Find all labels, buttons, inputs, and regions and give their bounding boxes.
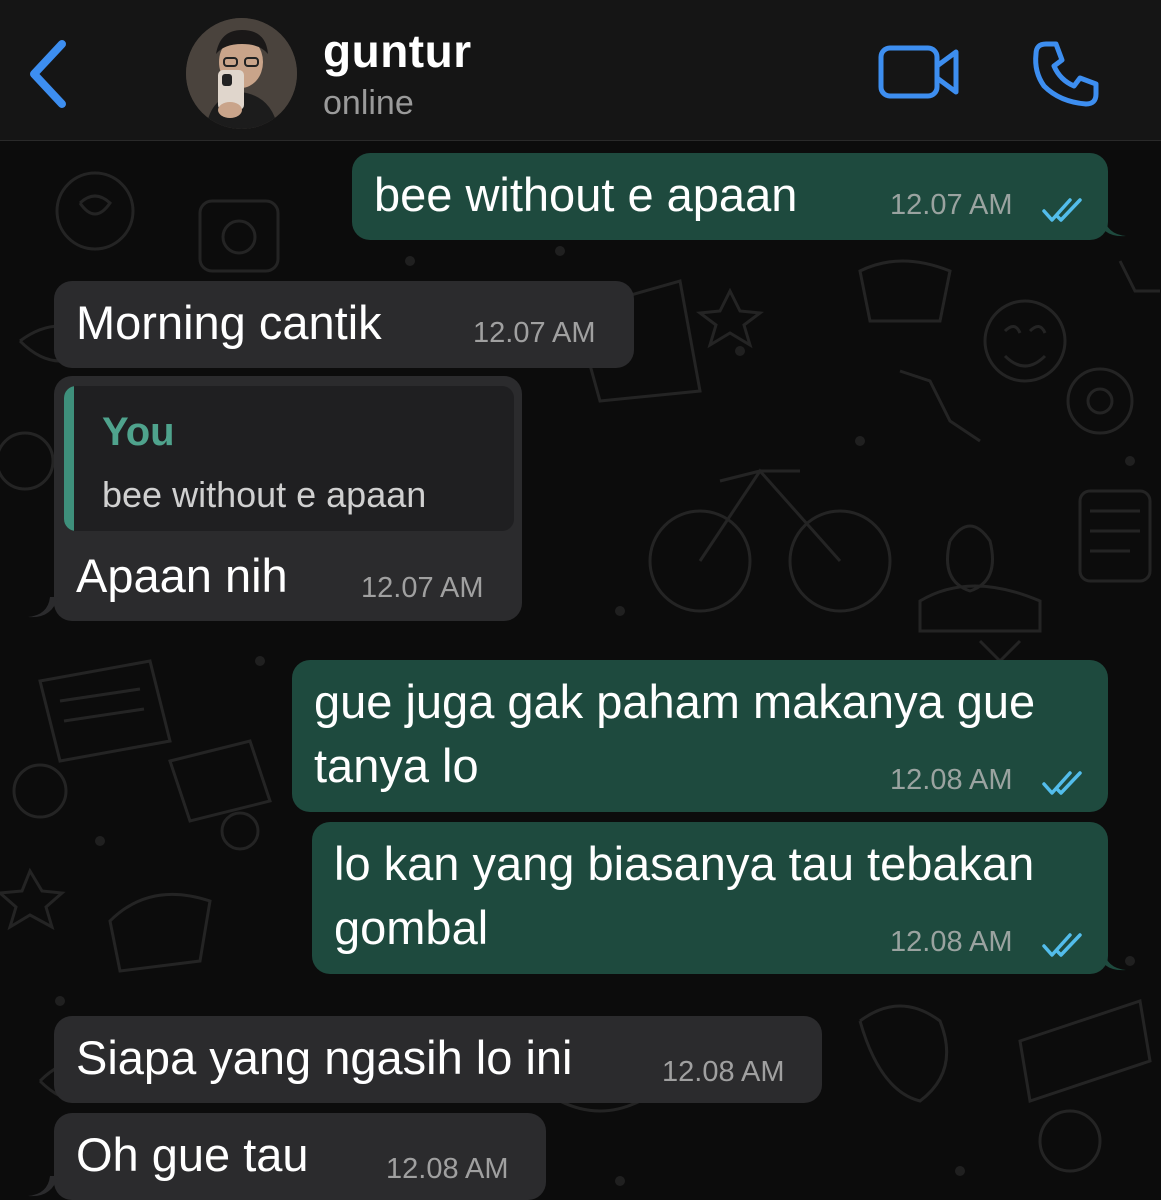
message-list[interactable]: bee without e apaan 12.07 AM Morning can… (0, 141, 1161, 1200)
message-time: 12.07 AM (890, 189, 1013, 221)
message-text-line: tanya lo (314, 739, 479, 792)
outgoing-message[interactable]: bee without e apaan 12.07 AM (352, 153, 1126, 240)
quote-text: bee without e apaan (102, 474, 427, 515)
double-check-icon (1042, 198, 1082, 222)
incoming-message[interactable]: Siapa yang ngasih lo ini 12.08 AM (54, 1016, 822, 1103)
message-text-line: lo kan yang biasanya tau tebakan (334, 837, 1035, 890)
contact-name[interactable]: guntur (323, 24, 472, 78)
double-check-icon (1042, 933, 1082, 957)
double-check-icon (1042, 771, 1082, 795)
quote-author: You (102, 410, 175, 454)
chat-header: guntur online (0, 0, 1161, 141)
back-button[interactable] (22, 36, 78, 112)
outgoing-message[interactable]: lo kan yang biasanya tau tebakan gombal … (312, 822, 1126, 974)
message-text-line: gombal (334, 901, 489, 954)
bubble-tail (28, 1176, 58, 1197)
voice-call-button[interactable] (1030, 38, 1102, 110)
message-time: 12.08 AM (662, 1056, 785, 1088)
video-camera-icon (878, 45, 959, 99)
message-text: Apaan nih (76, 549, 288, 602)
message-time: 12.08 AM (890, 764, 1013, 796)
quoted-message[interactable]: You bee without e apaan (64, 386, 514, 531)
outgoing-message[interactable]: gue juga gak paham makanya gue tanya lo … (292, 660, 1108, 812)
message-time: 12.07 AM (361, 572, 484, 604)
message-time: 12.08 AM (890, 926, 1013, 958)
message-text: Morning cantik (76, 296, 382, 349)
video-call-button[interactable] (876, 40, 962, 104)
bubble-tail (1096, 216, 1126, 237)
avatar[interactable] (186, 18, 297, 129)
incoming-message[interactable]: You bee without e apaan Apaan nih 12.07 … (28, 376, 522, 621)
message-time: 12.08 AM (386, 1153, 509, 1185)
incoming-message[interactable]: Oh gue tau 12.08 AM (28, 1113, 546, 1200)
message-time: 12.07 AM (473, 317, 596, 349)
incoming-message[interactable]: Morning cantik 12.07 AM (54, 281, 634, 368)
phone-icon (1033, 41, 1099, 107)
message-text: Siapa yang ngasih lo ini (76, 1031, 573, 1084)
message-text: Oh gue tau (76, 1128, 309, 1181)
message-text-line: gue juga gak paham makanya gue (314, 675, 1036, 728)
chevron-left-icon (30, 40, 66, 108)
bubble-tail (1096, 950, 1126, 971)
quote-accent-bar (64, 386, 74, 531)
contact-status: online (323, 84, 414, 122)
message-text: bee without e apaan (374, 168, 798, 221)
bubble-tail (28, 597, 58, 618)
